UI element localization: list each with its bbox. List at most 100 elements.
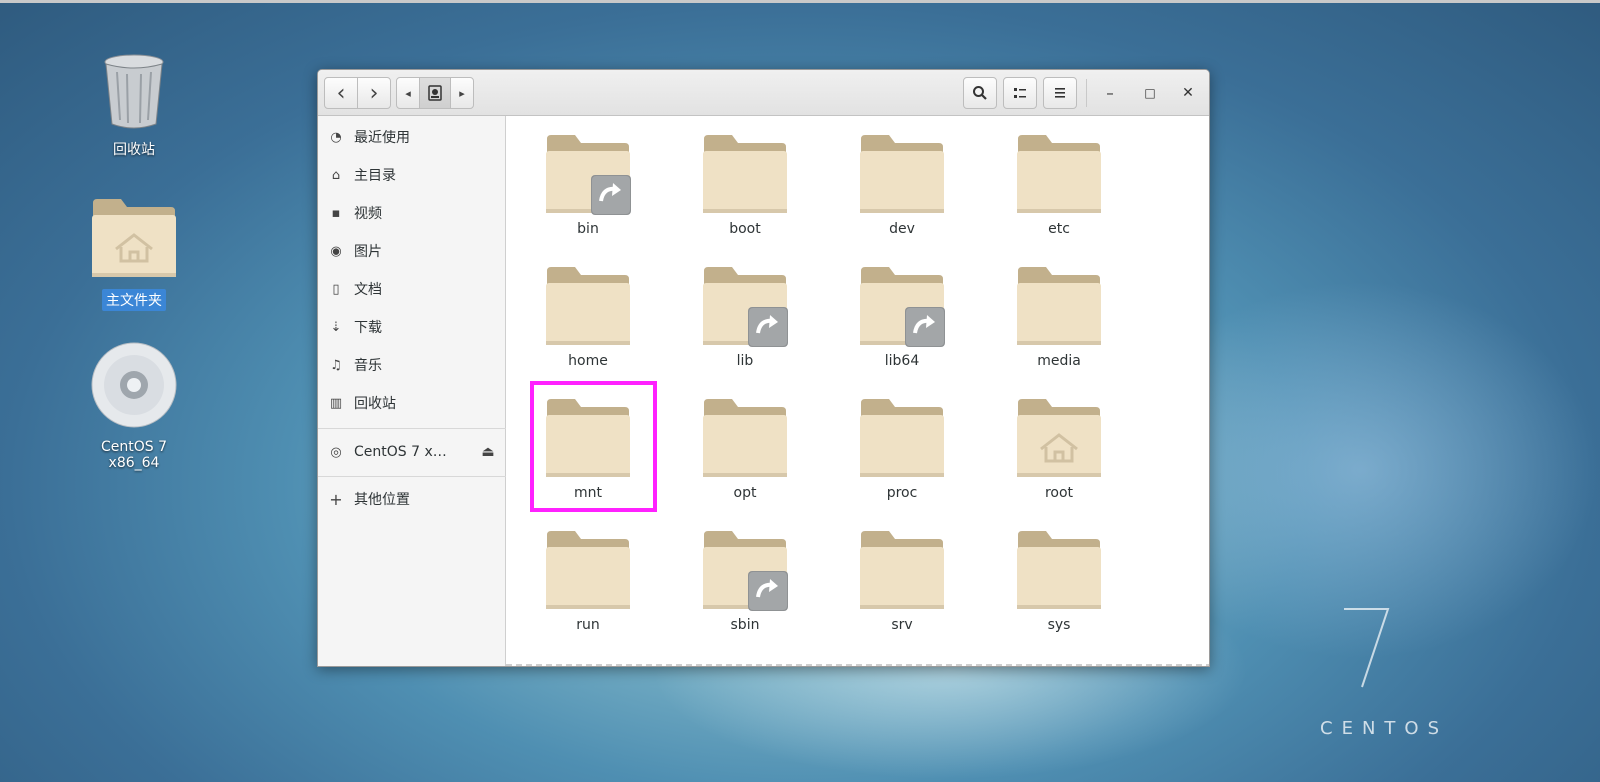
- menu-button[interactable]: [1043, 77, 1077, 109]
- home-folder-icon: [92, 199, 176, 277]
- music-icon: ♫: [330, 357, 342, 373]
- trash-icon: [104, 54, 164, 129]
- folder-icon: [1017, 399, 1101, 477]
- sidebar-item-trash[interactable]: ▥ 回收站: [318, 384, 506, 422]
- file-manager-window: ‹ › ◂ ▸ – □ ✕ ◔ 最近使用 ⌂ 主目录 ▪ 视频 ◉ 图片 ▯ 文…: [317, 69, 1210, 667]
- disc-icon: [91, 342, 177, 428]
- desktop-disc-label: CentOS 7 x86_64: [100, 439, 167, 471]
- top-edge: [0, 0, 1600, 3]
- folder-icon: [1017, 135, 1101, 213]
- sidebar-item-label: 下载: [354, 320, 382, 336]
- close-icon: ✕: [1182, 85, 1194, 101]
- desktop-disc[interactable]: CentOS 7 x86_64: [74, 340, 194, 472]
- folder-item-opt[interactable]: opt: [685, 377, 805, 505]
- centos-brand-text: CENTOS: [1320, 718, 1448, 739]
- folder-icon: [1017, 531, 1101, 609]
- folder-icon: [546, 531, 630, 609]
- folder-name: run: [576, 617, 600, 633]
- folder-icon: [703, 531, 788, 611]
- download-icon: ⇣: [330, 319, 342, 335]
- close-button[interactable]: ✕: [1171, 77, 1205, 109]
- sidebar-item-videos[interactable]: ▪ 视频: [318, 194, 506, 232]
- folder-item-run[interactable]: run: [528, 509, 648, 637]
- sidebar-item-recent[interactable]: ◔ 最近使用: [318, 118, 506, 156]
- sidebar-item-label: 文档: [354, 282, 382, 298]
- disc-icon: ◎: [330, 444, 342, 460]
- path-scroll-right-button[interactable]: ▸: [450, 77, 474, 109]
- folder-item-srv[interactable]: srv: [842, 509, 962, 637]
- sidebar-item-device[interactable]: ◎ CentOS 7 x… ⏏: [318, 433, 506, 471]
- folder-item-root[interactable]: root: [999, 377, 1119, 505]
- search-button[interactable]: [963, 77, 997, 109]
- sidebar-item-label: 回收站: [354, 396, 396, 412]
- folder-name: bin: [577, 221, 599, 237]
- chevron-right-icon: ›: [369, 80, 379, 106]
- camera-icon: ◉: [330, 243, 342, 259]
- highlight-box-mnt: [530, 381, 657, 512]
- sidebar-item-downloads[interactable]: ⇣ 下载: [318, 308, 506, 346]
- path-scroll-left-button[interactable]: ◂: [396, 77, 420, 109]
- video-icon: ▪: [331, 205, 341, 221]
- desktop-home-folder-label: 主文件夹: [102, 289, 166, 311]
- path-root-button[interactable]: [419, 77, 451, 109]
- folder-item-boot[interactable]: boot: [685, 116, 805, 241]
- folder-item-dev[interactable]: dev: [842, 116, 962, 241]
- drive-icon: [428, 85, 442, 101]
- sidebar-item-music[interactable]: ♫ 音乐: [318, 346, 506, 384]
- folder-name: boot: [729, 221, 761, 237]
- minimize-icon: –: [1106, 84, 1114, 102]
- folder-item-lib[interactable]: lib: [685, 245, 805, 373]
- folder-item-lib64[interactable]: lib64: [842, 245, 962, 373]
- desktop-home-folder[interactable]: 主文件夹: [74, 197, 194, 311]
- maximize-button[interactable]: □: [1133, 77, 1167, 109]
- back-button[interactable]: ‹: [324, 77, 358, 109]
- clock-icon: ◔: [330, 129, 342, 145]
- folder-item-sys[interactable]: sys: [999, 509, 1119, 637]
- folder-name: opt: [733, 485, 757, 501]
- sidebar-item-label: 音乐: [354, 358, 382, 374]
- folder-name: etc: [1048, 221, 1070, 237]
- sidebar-item-label: CentOS 7 x…: [354, 444, 447, 460]
- folder-icon: [703, 135, 787, 213]
- folder-icon: [860, 267, 945, 347]
- sidebar: ◔ 最近使用 ⌂ 主目录 ▪ 视频 ◉ 图片 ▯ 文档 ⇣ 下载 ♫ 音乐 ▥: [318, 116, 506, 666]
- sidebar-item-pictures[interactable]: ◉ 图片: [318, 232, 506, 270]
- arrow-left-icon: ◂: [405, 86, 411, 100]
- eject-icon[interactable]: ⏏: [470, 444, 506, 460]
- sidebar-item-label: 主目录: [354, 168, 396, 184]
- trash-icon: ▥: [329, 395, 343, 411]
- folder-item-home[interactable]: home: [528, 245, 648, 373]
- home-icon: ⌂: [331, 167, 341, 183]
- folder-name: dev: [889, 221, 915, 237]
- minimize-button[interactable]: –: [1093, 77, 1127, 109]
- folder-icon: [860, 135, 944, 213]
- menu-icon: [1055, 88, 1065, 98]
- folder-item-proc[interactable]: proc: [842, 377, 962, 505]
- sidebar-item-label: 视频: [354, 206, 382, 222]
- folder-icon: [703, 267, 788, 347]
- folder-item-bin[interactable]: bin: [528, 116, 648, 241]
- folder-icon: [703, 399, 787, 477]
- folder-name: srv: [891, 617, 913, 633]
- folder-item-sbin[interactable]: sbin: [685, 509, 805, 637]
- folder-name: sbin: [730, 617, 760, 633]
- folder-name: media: [1037, 353, 1081, 369]
- folder-item-etc[interactable]: etc: [999, 116, 1119, 241]
- content-bottom-edge: [506, 664, 1209, 666]
- list-view-icon: [1014, 88, 1026, 98]
- desktop-trash-label: 回收站: [113, 142, 155, 158]
- view-toggle-button[interactable]: [1003, 77, 1037, 109]
- sidebar-item-home[interactable]: ⌂ 主目录: [318, 156, 506, 194]
- chevron-left-icon: ‹: [336, 80, 346, 106]
- maximize-icon: □: [1144, 86, 1156, 100]
- sidebar-item-documents[interactable]: ▯ 文档: [318, 270, 506, 308]
- desktop-trash[interactable]: 回收站: [74, 52, 194, 160]
- forward-button[interactable]: ›: [357, 77, 391, 109]
- sidebar-item-label: 图片: [354, 244, 382, 260]
- sidebar-item-other-locations[interactable]: + 其他位置: [318, 480, 506, 518]
- search-icon: [973, 86, 987, 100]
- folder-name: root: [1044, 485, 1074, 501]
- folder-item-media[interactable]: media: [999, 245, 1119, 373]
- folder-icon: [860, 399, 944, 477]
- plus-icon: +: [329, 489, 343, 509]
